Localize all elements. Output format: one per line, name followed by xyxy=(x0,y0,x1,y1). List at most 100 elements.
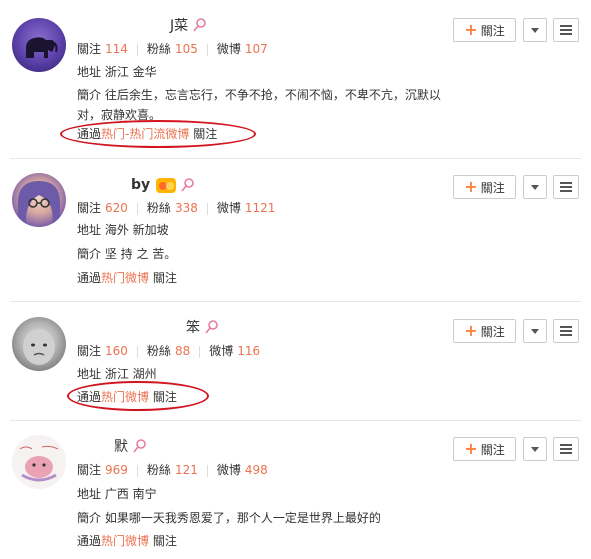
menu-icon xyxy=(560,444,572,454)
menu-button[interactable] xyxy=(553,175,579,199)
intro-value: 坚 持 之 苦。 xyxy=(104,247,177,261)
user-name[interactable]: 默 xyxy=(114,436,128,456)
follow-button[interactable]: + 關注 xyxy=(453,319,516,343)
avatar[interactable] xyxy=(12,173,66,227)
address-label: 地址 xyxy=(77,223,102,237)
dropdown-button[interactable] xyxy=(523,319,547,343)
weibo-count[interactable]: 107 xyxy=(245,42,268,56)
intro-value: 如果哪一天我秀恩爱了，那个人一定是世界上最好的 xyxy=(104,511,381,525)
counts-row: 關注 620 粉絲 338 微博 1121 xyxy=(77,200,275,216)
avatar[interactable] xyxy=(12,18,66,72)
caret-down-icon xyxy=(531,27,539,33)
dropdown-button[interactable] xyxy=(523,175,547,199)
via-suffix: 關注 xyxy=(152,271,177,285)
via-link[interactable]: 热门-热门流微博 xyxy=(101,127,189,141)
intro-row: 簡介 往后余生，忘言忘行，不争不抢，不闹不恼，不卑不亢，沉默以对，寂静欢喜。 xyxy=(77,85,457,125)
intro-label: 簡介 xyxy=(77,247,102,261)
via-row: 通過热门微博 關注 xyxy=(77,389,177,405)
user-name[interactable]: J菜 xyxy=(170,15,188,35)
following-label: 關注 xyxy=(77,463,102,477)
via-link[interactable]: 热门微博 xyxy=(101,390,149,404)
weibo-label: 微博 xyxy=(216,463,241,477)
menu-icon xyxy=(560,182,572,192)
plus-icon: + xyxy=(464,20,478,39)
fans-label: 粉絲 xyxy=(146,201,171,215)
via-label: 通過 xyxy=(77,127,102,141)
fans-label: 粉絲 xyxy=(146,344,171,358)
menu-button[interactable] xyxy=(553,437,579,461)
address-row: 地址 浙江 湖州 xyxy=(77,366,157,382)
address-label: 地址 xyxy=(77,487,102,501)
plus-icon: + xyxy=(464,321,478,340)
address-value: 浙江 金华 xyxy=(104,65,157,79)
via-suffix: 關注 xyxy=(193,127,218,141)
following-label: 關注 xyxy=(77,201,102,215)
address-row: 地址 海外 新加坡 xyxy=(77,222,169,238)
via-row: 通過热门微博 關注 xyxy=(77,533,177,549)
menu-icon xyxy=(560,326,572,336)
caret-down-icon xyxy=(531,446,539,452)
menu-button[interactable] xyxy=(553,18,579,42)
vip-badge-icon xyxy=(156,177,177,193)
address-label: 地址 xyxy=(77,65,102,79)
via-label: 通過 xyxy=(77,534,102,548)
follow-button[interactable]: + 關注 xyxy=(453,175,516,199)
plus-icon: + xyxy=(464,177,478,196)
avatar[interactable] xyxy=(12,317,66,371)
intro-label: 簡介 xyxy=(77,88,102,102)
weibo-label: 微博 xyxy=(209,344,234,358)
via-link[interactable]: 热门微博 xyxy=(101,271,149,285)
intro-row: 簡介 坚 持 之 苦。 xyxy=(77,246,176,262)
following-label: 關注 xyxy=(77,344,102,358)
following-count[interactable]: 114 xyxy=(105,42,128,56)
weibo-label: 微博 xyxy=(216,201,241,215)
caret-down-icon xyxy=(531,328,539,334)
intro-row: 簡介 如果哪一天我秀恩爱了，那个人一定是世界上最好的 xyxy=(77,510,381,526)
menu-button[interactable] xyxy=(553,319,579,343)
following-count[interactable]: 969 xyxy=(105,463,128,477)
intro-value: 往后余生，忘言忘行，不争不抢，不闹不恼，不卑不亢，沉默以对，寂静欢喜。 xyxy=(77,88,441,122)
dropdown-button[interactable] xyxy=(523,437,547,461)
via-suffix: 關注 xyxy=(152,534,177,548)
via-row: 通過热门微博 關注 xyxy=(77,270,177,286)
fans-count[interactable]: 121 xyxy=(175,463,198,477)
fans-label: 粉絲 xyxy=(146,42,171,56)
intro-label: 簡介 xyxy=(77,511,102,525)
address-row: 地址 广西 南宁 xyxy=(77,486,157,502)
via-row: 通過热门-热门流微博 關注 xyxy=(77,126,217,142)
via-suffix: 關注 xyxy=(152,390,177,404)
user-name[interactable]: by xyxy=(131,177,150,193)
menu-icon xyxy=(560,25,572,35)
weibo-label: 微博 xyxy=(216,42,241,56)
address-label: 地址 xyxy=(77,367,102,381)
following-count[interactable]: 620 xyxy=(105,201,128,215)
fans-count[interactable]: 105 xyxy=(175,42,198,56)
weibo-count[interactable]: 1121 xyxy=(245,201,276,215)
female-icon xyxy=(181,177,195,193)
caret-down-icon xyxy=(531,184,539,190)
weibo-count[interactable]: 116 xyxy=(237,344,260,358)
female-icon xyxy=(205,319,219,335)
dropdown-button[interactable] xyxy=(523,18,547,42)
female-icon xyxy=(193,17,207,33)
avatar[interactable] xyxy=(12,435,66,489)
following-label: 關注 xyxy=(77,42,102,56)
user-name[interactable]: 笨 xyxy=(186,317,200,337)
counts-row: 關注 160 粉絲 88 微博 116 xyxy=(77,343,260,359)
counts-row: 關注 969 粉絲 121 微博 498 xyxy=(77,462,268,478)
via-label: 通過 xyxy=(77,271,102,285)
follow-button[interactable]: + 關注 xyxy=(453,437,516,461)
address-row: 地址 浙江 金华 xyxy=(77,64,157,80)
weibo-count[interactable]: 498 xyxy=(245,463,268,477)
fans-count[interactable]: 338 xyxy=(175,201,198,215)
follow-button[interactable]: + 關注 xyxy=(453,18,516,42)
via-link[interactable]: 热门微博 xyxy=(101,534,149,548)
fans-count[interactable]: 88 xyxy=(175,344,190,358)
counts-row: 關注 114 粉絲 105 微博 107 xyxy=(77,41,268,57)
female-icon xyxy=(133,438,147,454)
following-count[interactable]: 160 xyxy=(105,344,128,358)
address-value: 广西 南宁 xyxy=(104,487,157,501)
plus-icon: + xyxy=(464,439,478,458)
fans-label: 粉絲 xyxy=(146,463,171,477)
address-value: 海外 新加坡 xyxy=(104,223,169,237)
